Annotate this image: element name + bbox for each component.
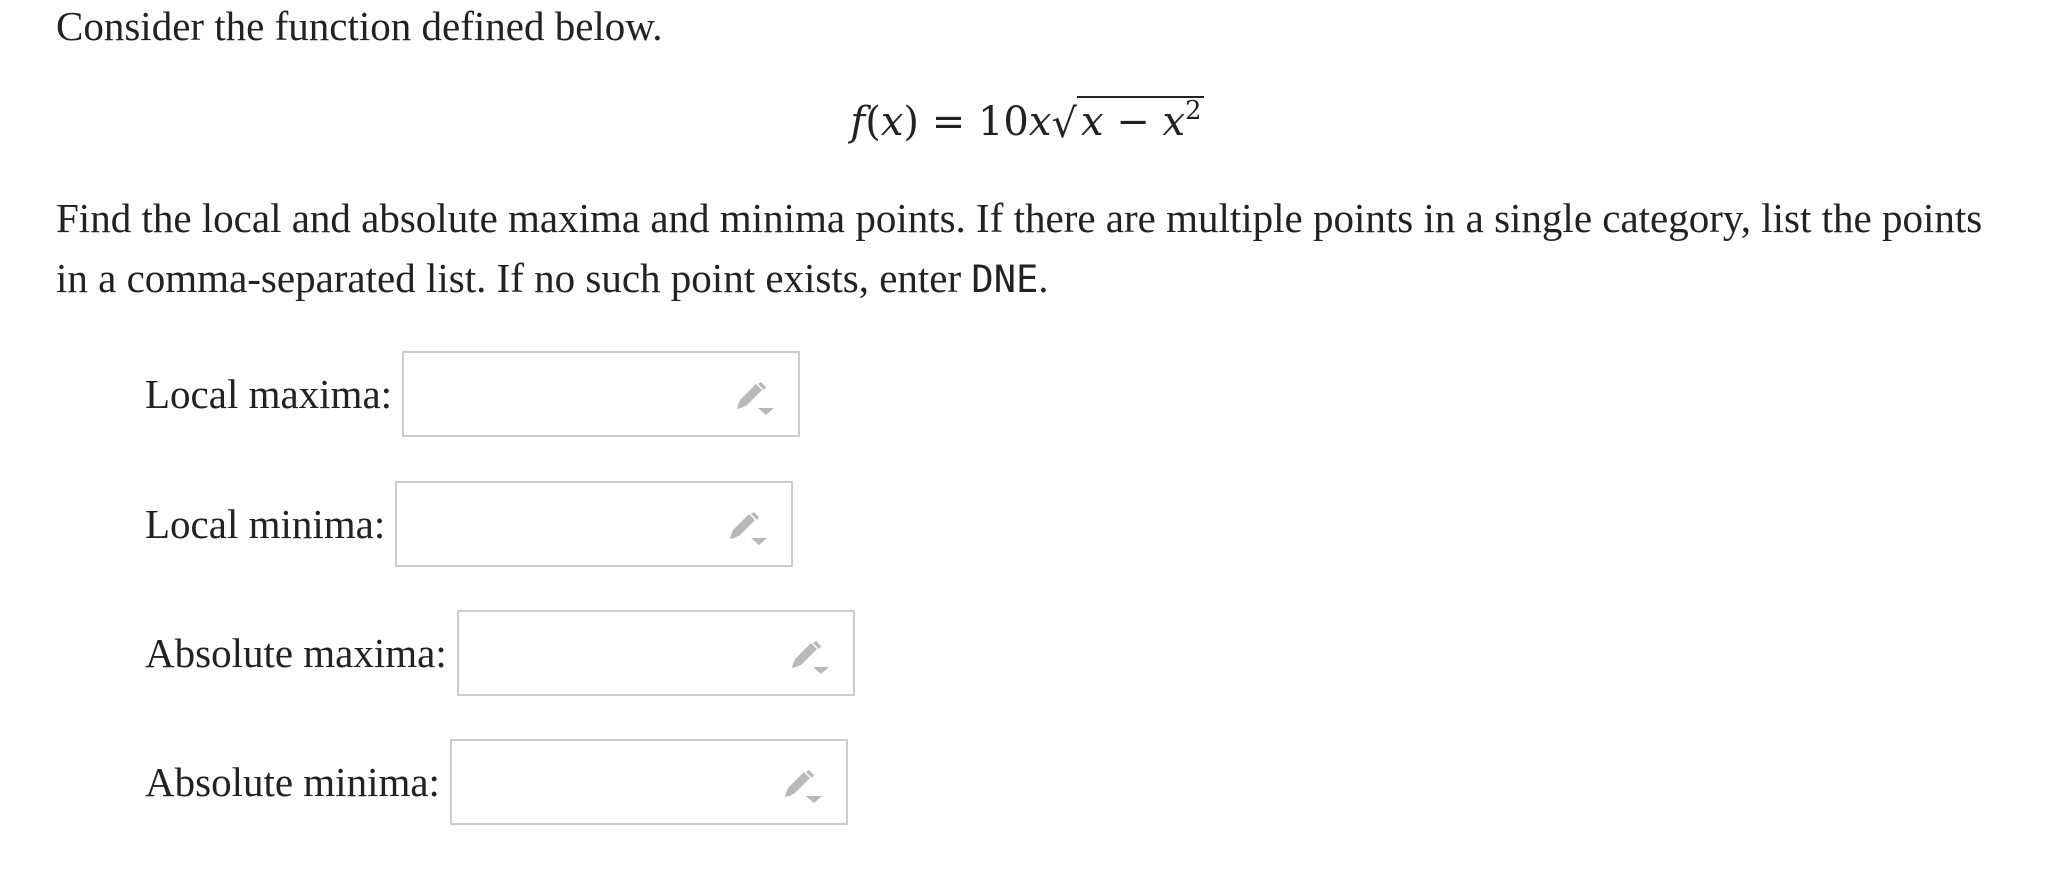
formula-lhs: f(x) <box>850 99 920 145</box>
absolute-minima-input[interactable] <box>449 739 848 825</box>
local-maxima-input[interactable] <box>402 351 801 437</box>
absolute-maxima-input[interactable] <box>456 610 855 696</box>
formula-exponent: 2 <box>1185 96 1202 126</box>
local-maxima-label: Local maxima: <box>145 371 393 417</box>
pencil-dropdown-icon[interactable] <box>789 640 833 674</box>
absolute-minima-label: Absolute minima: <box>145 759 440 805</box>
local-minima-label: Local minima: <box>145 501 386 547</box>
question-instructions: Find the local and absolute maxima and m… <box>56 188 2006 310</box>
formula-square-root: √ x − x2 <box>1051 96 1204 147</box>
pencil-dropdown-icon[interactable] <box>734 381 778 415</box>
formula-equals: = <box>931 99 966 145</box>
absolute-maxima-label: Absolute maxima: <box>145 630 447 676</box>
formula-radicand: x − x2 <box>1076 96 1204 146</box>
absolute-maxima-row: Absolute maxima: <box>145 610 855 696</box>
local-minima-row: Local minima: <box>145 481 794 567</box>
question-intro: Consider the function defined below. <box>56 3 663 49</box>
dne-code: DNE <box>971 258 1039 301</box>
instructions-end: . <box>1038 255 1049 301</box>
pencil-dropdown-icon[interactable] <box>782 769 826 803</box>
absolute-minima-row: Absolute minima: <box>145 739 848 825</box>
pencil-dropdown-icon[interactable] <box>727 511 771 545</box>
formula-coefficient: 10x <box>977 99 1052 145</box>
local-maxima-row: Local maxima: <box>145 351 801 437</box>
local-minima-input[interactable] <box>395 481 794 567</box>
function-formula: f(x) = 10x√ x − x2 <box>0 94 2054 150</box>
